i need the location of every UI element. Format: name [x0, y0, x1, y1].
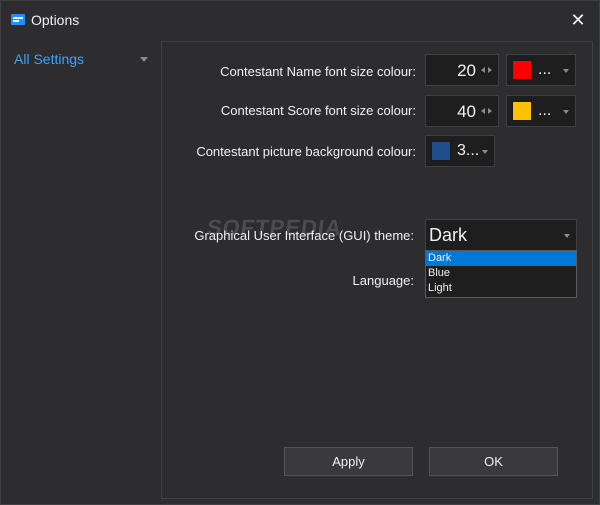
chevron-down-icon — [563, 69, 569, 73]
colour-text: ... — [538, 102, 552, 119]
name-font-size-value: 20 — [457, 61, 476, 80]
colour-text: 3... — [457, 142, 480, 159]
sidebar-item-label: All Settings — [14, 51, 85, 67]
colour-swatch — [431, 141, 451, 161]
options-window: Options ✕ All Settings SOFTPEDIA Contest… — [0, 0, 600, 505]
app-icon — [11, 14, 25, 25]
language-label: Language: — [352, 273, 414, 288]
name-font-colour-picker[interactable]: ... — [506, 54, 576, 86]
picture-bg-colour-picker[interactable]: 3... — [425, 135, 495, 167]
ok-button[interactable]: OK — [429, 447, 558, 476]
stepper-arrows-icon[interactable] — [481, 107, 493, 117]
chevron-down-icon — [140, 57, 148, 62]
theme-select[interactable]: Dark — [425, 219, 577, 251]
window-title: Options — [31, 12, 80, 28]
score-font-colour-picker[interactable]: ... — [506, 95, 576, 127]
name-font-size-stepper[interactable]: 20 — [425, 54, 499, 86]
picture-bg-label: Contestant picture background colour: — [196, 144, 416, 159]
settings-sidebar: All Settings — [1, 41, 159, 504]
colour-text: ... — [538, 61, 552, 78]
stepper-arrows-icon[interactable] — [481, 66, 493, 76]
theme-option-dark[interactable]: Dark — [426, 251, 576, 266]
theme-label: Graphical User Interface (GUI) theme: — [194, 228, 414, 243]
close-button[interactable]: ✕ — [565, 7, 591, 33]
theme-select-value: Dark — [429, 225, 468, 245]
score-font-size-value: 40 — [457, 102, 476, 121]
chevron-down-icon — [563, 110, 569, 114]
sidebar-item-all-settings[interactable]: All Settings — [1, 43, 159, 73]
chevron-down-icon — [482, 150, 488, 154]
colour-swatch — [512, 60, 532, 80]
score-font-size-stepper[interactable]: 40 — [425, 95, 499, 127]
score-font-label: Contestant Score font size colour: — [220, 103, 416, 118]
title-bar: Options ✕ — [1, 1, 599, 39]
chevron-down-icon — [564, 234, 570, 238]
theme-option-blue[interactable]: Blue — [426, 266, 576, 281]
colour-swatch — [512, 101, 532, 121]
name-font-label: Contestant Name font size colour: — [220, 64, 416, 79]
settings-panel: SOFTPEDIA Contestant Name font size colo… — [161, 41, 593, 499]
apply-button[interactable]: Apply — [284, 447, 413, 476]
theme-option-light[interactable]: Light — [426, 281, 576, 296]
theme-dropdown-list: Dark Blue Light — [425, 250, 577, 298]
